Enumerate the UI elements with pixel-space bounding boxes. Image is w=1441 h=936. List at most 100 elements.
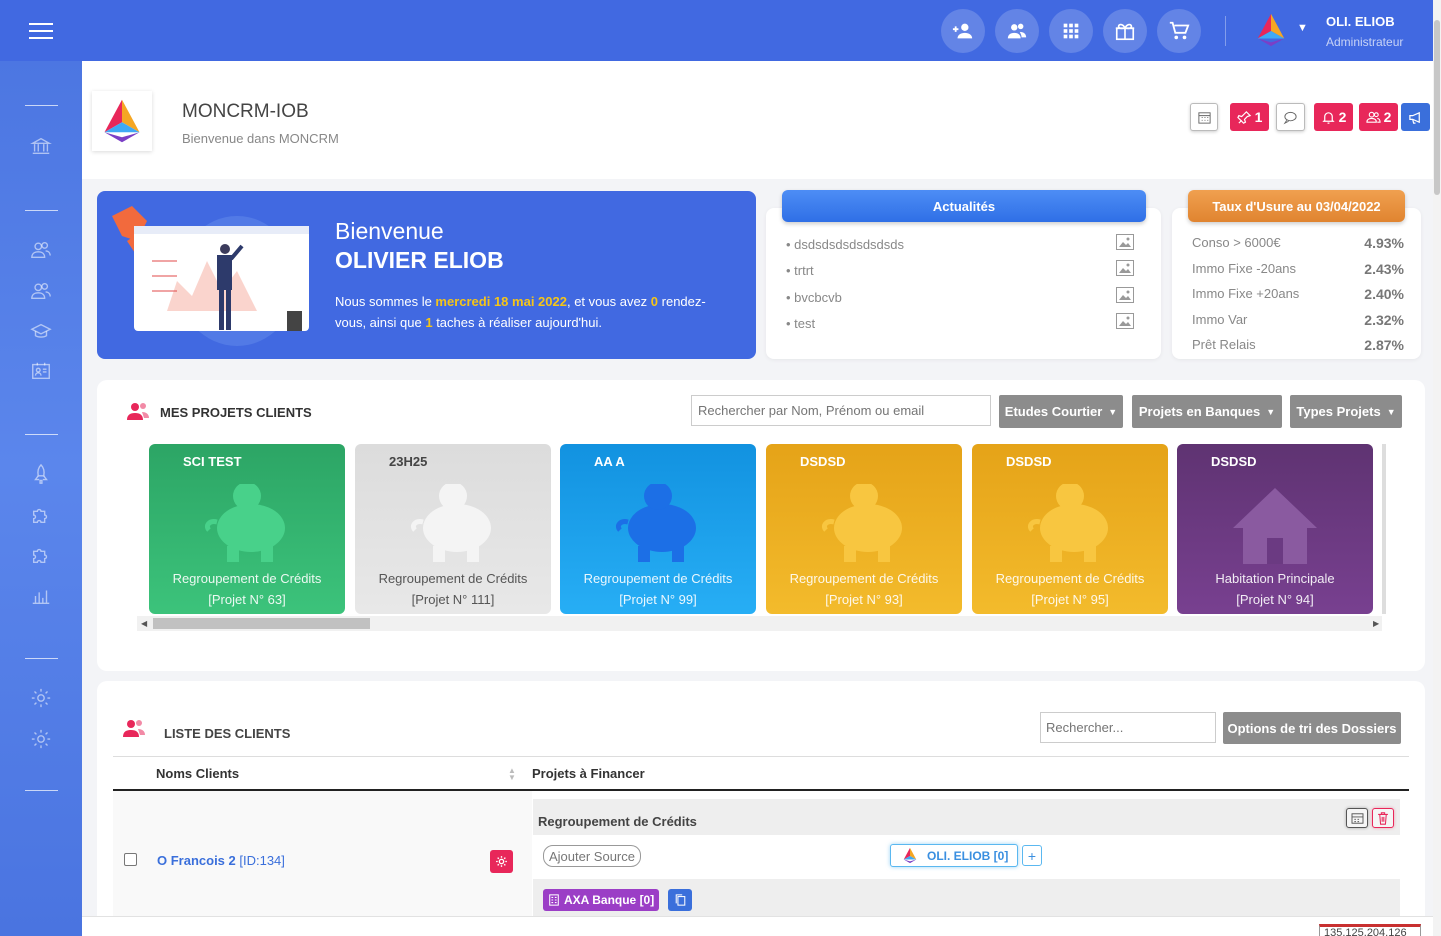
client-name-link[interactable]: O Francois 2 [ID:134] <box>157 853 285 868</box>
apps-grid-button[interactable] <box>1049 9 1093 53</box>
bank-badge[interactable]: AXA Banque [0] <box>543 889 660 911</box>
news-item[interactable]: • test <box>786 316 815 331</box>
project-type: Regroupement de Crédits <box>995 571 1145 586</box>
chevron-down-icon[interactable]: ▼ <box>1297 22 1308 34</box>
sort-options-button[interactable]: Options de tri des Dossiers <box>1223 712 1401 744</box>
scroll-right-icon[interactable]: ▶ <box>1373 619 1379 628</box>
add-agent-button[interactable]: + <box>1022 845 1042 866</box>
project-number: [Projet N° 99] <box>619 592 697 607</box>
agent-name: OLI. ELIOB [0] <box>927 848 1009 863</box>
project-banks-row <box>533 879 1400 919</box>
scrollbar-thumb[interactable] <box>153 618 370 629</box>
project-name: DSDSD <box>1006 454 1052 469</box>
gear-icon[interactable] <box>29 686 53 710</box>
sidebar-divider <box>25 434 58 435</box>
types-projets-dropdown[interactable]: Types Projets ▼ <box>1290 395 1402 428</box>
project-number: [Projet N° 63] <box>208 592 286 607</box>
users-alert-button[interactable]: 2 <box>1359 103 1398 131</box>
calendar-button[interactable] <box>1190 103 1218 131</box>
welcome-message: Nous sommes le mercredi 18 mai 2022, et … <box>335 291 735 333</box>
calendar-icon <box>1351 812 1363 824</box>
project-type: Regroupement de Crédits <box>378 571 528 586</box>
company-logo-icon <box>903 847 917 864</box>
image-icon[interactable] <box>1116 287 1134 303</box>
client-settings-button[interactable] <box>490 850 513 873</box>
sidebar-divider <box>25 210 58 211</box>
project-card[interactable]: 23H25 Regroupement de Crédits [Projet N°… <box>355 444 551 614</box>
scroll-left-icon[interactable]: ◀ <box>141 619 147 628</box>
graduation-cap-icon[interactable] <box>29 320 53 344</box>
scrollbar-thumb[interactable] <box>1434 20 1440 195</box>
users-button[interactable] <box>995 9 1039 53</box>
welcome-date: mercredi 18 mai 2022 <box>435 294 567 309</box>
vertical-scrollbar[interactable] <box>1433 0 1441 936</box>
project-card[interactable]: DSDSD Regroupement de Crédits [Projet N°… <box>766 444 962 614</box>
client-id: [ID:134] <box>235 853 285 868</box>
puzzle-alt-icon[interactable] <box>29 543 53 567</box>
page-header: MONCRM-IOB Bienvenue dans MONCRM 1 2 2 <box>82 61 1441 179</box>
client-row-checkbox[interactable] <box>124 853 137 866</box>
page-subtitle: Bienvenue dans MONCRM <box>182 131 339 146</box>
table-header-top-line <box>113 756 1409 757</box>
image-icon[interactable] <box>1116 234 1134 250</box>
news-item[interactable]: • bvcbcvb <box>786 290 842 305</box>
project-delete-button[interactable] <box>1372 808 1394 828</box>
cart-button[interactable] <box>1157 9 1201 53</box>
bar-chart-icon[interactable] <box>29 584 53 608</box>
company-logo-icon[interactable] <box>1252 12 1290 48</box>
project-calendar-button[interactable] <box>1346 808 1368 828</box>
clients-search-input[interactable] <box>1040 712 1216 743</box>
topbar: ▼ OLI. ELIOB Administrateur <box>82 0 1441 61</box>
users-icon[interactable] <box>29 238 53 262</box>
add-source-button[interactable]: Ajouter Source <box>543 845 641 867</box>
notifications-button[interactable]: 2 <box>1314 103 1353 131</box>
usury-rate-panel: Conso > 6000€ 4.93% Immo Fixe -20ans 2.43%… <box>1172 208 1421 359</box>
copy-icon <box>675 894 685 906</box>
sidebar-divider <box>25 105 58 106</box>
news-item[interactable]: • dsdsdsdsdsdsdsds <box>786 237 904 252</box>
piggy-bank-icon <box>615 484 696 562</box>
welcome-task-count: 1 <box>425 315 433 330</box>
column-header-projects: Projets à Financer <box>532 766 645 781</box>
menu-toggle-icon[interactable] <box>29 22 53 39</box>
bank-name: AXA Banque [0] <box>564 893 655 907</box>
project-number: [Projet N° 94] <box>1236 592 1314 607</box>
pin-count: 1 <box>1254 109 1263 125</box>
contact-card-icon[interactable] <box>29 359 53 383</box>
pin-button[interactable]: 1 <box>1230 103 1269 131</box>
image-icon[interactable] <box>1116 260 1134 276</box>
puzzle-icon[interactable] <box>29 503 53 527</box>
dropdown-label: Types Projets <box>1296 404 1381 419</box>
add-user-button[interactable] <box>941 9 985 53</box>
sidebar <box>0 0 82 936</box>
rocket-icon[interactable] <box>29 462 53 486</box>
project-card[interactable]: AA A Regroupement de Crédits [Projet N° … <box>560 444 756 614</box>
image-icon[interactable] <box>1116 313 1134 329</box>
client-name[interactable]: O Francois 2 <box>157 853 236 868</box>
project-card[interactable]: DSDSD Habitation Principale [Projet N° 9… <box>1177 444 1373 614</box>
rate-row: Immo Var 2.32% <box>1192 312 1404 328</box>
chat-button[interactable] <box>1276 103 1305 131</box>
column-header-names[interactable]: Noms Clients <box>156 766 239 781</box>
megaphone-button[interactable] <box>1401 103 1430 131</box>
news-item[interactable]: • trtrt <box>786 263 814 278</box>
gear-alt-icon[interactable] <box>29 727 53 751</box>
etudes-courtier-dropdown[interactable]: Etudes Courtier ▼ <box>999 395 1123 428</box>
user-name[interactable]: OLI. ELIOB <box>1326 14 1395 29</box>
agent-badge[interactable]: OLI. ELIOB [0] <box>890 844 1018 867</box>
users-group-icon[interactable] <box>29 279 53 303</box>
piggy-bank-icon <box>410 484 491 562</box>
project-card[interactable]: SCI TEST Regroupement de Crédits [Projet… <box>149 444 345 614</box>
copy-button[interactable] <box>668 889 692 911</box>
gift-button[interactable] <box>1103 9 1147 53</box>
project-name: 23H25 <box>389 454 428 469</box>
projects-search-input[interactable] <box>691 395 991 426</box>
project-card[interactable]: DSDSD Regroupement de Crédits [Projet N°… <box>972 444 1168 614</box>
horizontal-scrollbar[interactable]: ◀ ▶ <box>137 616 1382 631</box>
users-icon <box>1365 111 1381 123</box>
projets-banques-dropdown[interactable]: Projets en Banques ▼ <box>1132 395 1282 428</box>
sort-icon[interactable]: ▲ ▼ <box>508 767 516 782</box>
welcome-text: taches à réaliser aujourd'hui. <box>432 315 602 330</box>
trash-icon <box>1378 811 1388 825</box>
bank-icon[interactable] <box>29 134 53 158</box>
